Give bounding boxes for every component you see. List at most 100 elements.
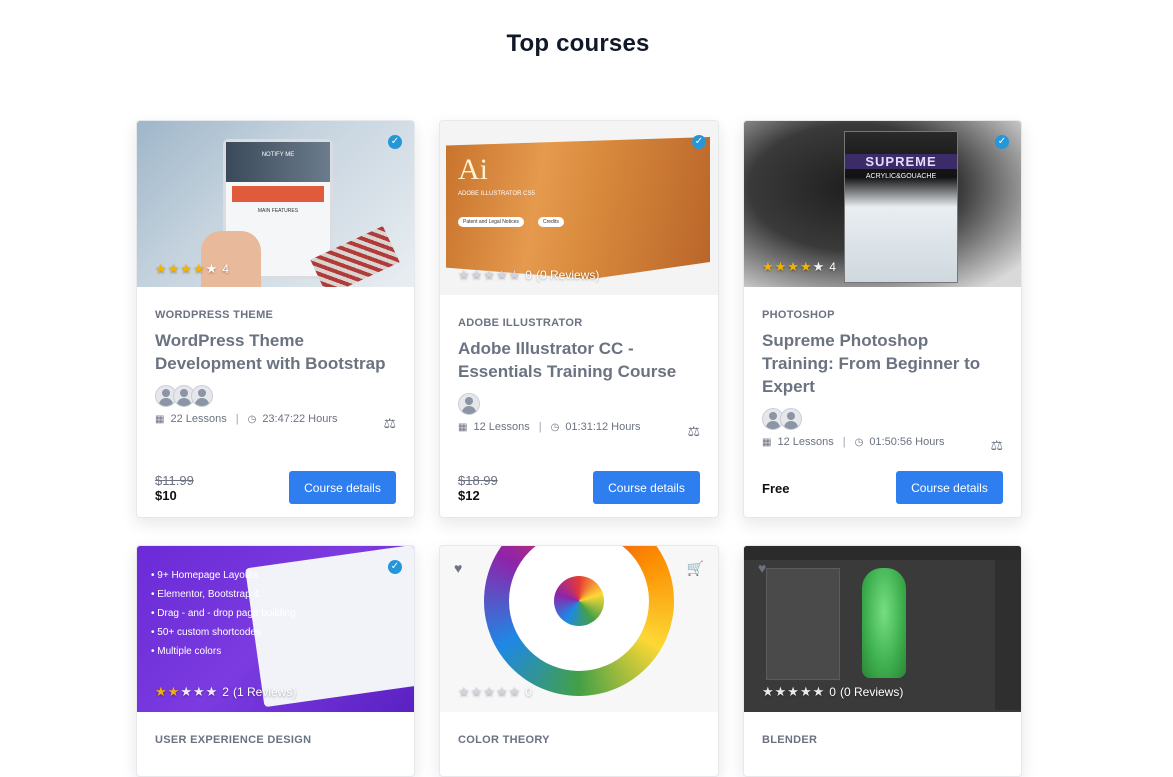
course-card-illustrator[interactable]: Ai ADOBE ILLUSTRATOR CS5 Patent and Lega…	[439, 120, 719, 518]
card-body: Photoshop Supreme Photoshop Training: Fr…	[744, 309, 1021, 453]
course-category[interactable]: Color Theory	[458, 734, 700, 746]
course-thumbnail[interactable]: ♥ 🛒 ★★★★★ 0	[440, 546, 718, 712]
rating-value: 4	[829, 260, 836, 274]
ai-logo-text: Ai	[458, 153, 488, 186]
current-price: $10	[155, 488, 177, 503]
course-thumbnail[interactable]: ♥ ★★★★★ 0 (0 Reviews)	[744, 546, 1021, 712]
tablet-hero-text: NOTIFY ME	[226, 142, 330, 182]
review-count: (1 Reviews)	[232, 685, 297, 699]
illustrator-splash: Ai ADOBE ILLUSTRATOR CS5 Patent and Lega…	[446, 137, 710, 279]
wishlist-heart-icon[interactable]: ♥	[758, 560, 766, 576]
verified-check-icon: ✓	[388, 560, 402, 574]
star-rating-icon: ★★★★★	[155, 684, 219, 699]
course-category[interactable]: Photoshop	[762, 309, 1003, 321]
verified-check-icon: ✓	[388, 135, 402, 149]
tablet-features-text: MAIN FEATURES	[257, 208, 299, 214]
course-thumbnail[interactable]: Ai ADOBE ILLUSTRATOR CS5 Patent and Lega…	[440, 121, 718, 295]
rating-value: 2	[222, 685, 229, 699]
course-category[interactable]: Blender	[762, 734, 1003, 746]
rating: ★★★★★ 0	[458, 684, 532, 700]
lessons-count: 12 Lessons	[777, 436, 834, 448]
verified-check-icon: ✓	[995, 135, 1009, 149]
clock-icon: ◷	[854, 436, 864, 448]
lessons-count: 12 Lessons	[473, 421, 530, 433]
course-category[interactable]: Adobe Illustrator	[458, 317, 700, 329]
course-details-button[interactable]: Course details	[289, 471, 396, 504]
box-title-text: SUPREME	[845, 154, 957, 169]
course-meta: ▦ 12 Lessons | ◷ 01:50:56 Hours	[762, 436, 945, 448]
course-meta: ▦ 12 Lessons | ◷ 01:31:12 Hours	[458, 421, 641, 433]
clock-icon: ◷	[247, 413, 257, 425]
feature-list: • 9+ Homepage Layouts • Elementor, Boots…	[151, 566, 296, 661]
compare-icon[interactable]: ⚖	[990, 437, 1003, 454]
rating: ★★★★★ 4	[762, 259, 836, 275]
card-body: Blender	[744, 734, 1021, 746]
course-card-photoshop[interactable]: SUPREME ACRYLIC&GOUACHE ✓ ★★★★★ 4 Photos…	[743, 120, 1022, 518]
review-count: (0 Reviews)	[839, 685, 904, 699]
legal-notices-text: Patent and Legal Notices	[458, 217, 524, 227]
card-body: WordPress Theme WordPress Theme Developm…	[137, 309, 414, 431]
product-name-text: ADOBE ILLUSTRATOR CS5	[458, 191, 535, 197]
instructors[interactable]	[762, 408, 1003, 430]
compare-icon[interactable]: ⚖	[687, 423, 700, 440]
course-thumbnail[interactable]: NOTIFY ME MAIN FEATURES ✓ ★★★★★ 4	[137, 121, 414, 287]
course-details-button[interactable]: Course details	[896, 471, 1003, 504]
course-title[interactable]: Adobe Illustrator CC - Essentials Traini…	[458, 337, 700, 383]
instructors[interactable]	[458, 393, 700, 415]
course-card-wordpress[interactable]: NOTIFY ME MAIN FEATURES ✓ ★★★★★ 4 WordPr…	[136, 120, 415, 518]
current-price: $12	[458, 488, 480, 503]
feature-item: • Drag - and - drop page building	[151, 608, 296, 619]
duration: 01:31:12 Hours	[565, 421, 641, 433]
star-rating-icon: ★★★★★	[155, 261, 219, 276]
rating-value: 0	[525, 685, 532, 699]
lessons-icon: ▦	[762, 436, 772, 448]
rating-value: 4	[222, 262, 229, 276]
star-rating-icon: ★★★★★	[458, 684, 522, 699]
old-price: $11.99	[155, 473, 194, 488]
product-box-image: SUPREME ACRYLIC&GOUACHE	[844, 131, 958, 283]
rating: ★★★★★ 4	[155, 261, 229, 277]
instructors[interactable]	[155, 385, 396, 407]
lessons-icon: ▦	[458, 421, 468, 433]
rating: ★★★★★ 2 (1 Reviews)	[155, 684, 296, 700]
lessons-icon: ▦	[155, 413, 165, 425]
course-category[interactable]: User Experience Design	[155, 734, 396, 746]
feature-item: • Elementor, Bootstrap 4.	[151, 589, 262, 600]
course-thumbnail[interactable]: • 9+ Homepage Layouts • Elementor, Boots…	[137, 546, 414, 712]
old-price: $18.99	[458, 473, 498, 488]
clock-icon: ◷	[550, 421, 560, 433]
star-rating-icon: ★★★★★	[762, 259, 826, 274]
rating: ★★★★★ 0 (0 Reviews)	[762, 684, 903, 700]
section-title: Top courses	[506, 30, 650, 57]
avatar[interactable]	[458, 393, 480, 415]
course-details-button[interactable]: Course details	[593, 471, 700, 504]
price: $18.99 $12	[458, 473, 498, 503]
compare-icon[interactable]: ⚖	[383, 415, 396, 432]
free-price: Free	[762, 481, 790, 496]
review-count: (0 Reviews)	[535, 268, 600, 282]
avatar[interactable]	[780, 408, 802, 430]
course-meta: ▦ 22 Lessons | ◷ 23:47:22 Hours	[155, 413, 338, 425]
card-body: Color Theory	[440, 734, 718, 746]
course-card-color-theory[interactable]: ♥ 🛒 ★★★★★ 0 Color Theory	[439, 545, 719, 777]
course-category[interactable]: WordPress Theme	[155, 309, 396, 321]
lessons-count: 22 Lessons	[170, 413, 227, 425]
credits-text: Credits	[538, 217, 564, 227]
3d-figure-image	[862, 568, 906, 678]
course-title[interactable]: Supreme Photoshop Training: From Beginne…	[762, 329, 1003, 398]
course-card-blender[interactable]: ♥ ★★★★★ 0 (0 Reviews) Blender	[743, 545, 1022, 777]
verified-check-icon: ✓	[692, 135, 706, 149]
course-title[interactable]: WordPress Theme Development with Bootstr…	[155, 329, 396, 375]
duration: 23:47:22 Hours	[262, 413, 338, 425]
course-thumbnail[interactable]: SUPREME ACRYLIC&GOUACHE ✓ ★★★★★ 4	[744, 121, 1021, 287]
course-card-ux-design[interactable]: • 9+ Homepage Layouts • Elementor, Boots…	[136, 545, 415, 777]
avatar[interactable]	[191, 385, 213, 407]
wishlist-heart-icon[interactable]: ♥	[454, 560, 462, 576]
card-body: User Experience Design	[137, 734, 414, 746]
cart-icon[interactable]: 🛒	[687, 560, 704, 577]
duration: 01:50:56 Hours	[869, 436, 945, 448]
feature-item: • Multiple colors	[151, 646, 222, 657]
rating: ★★★★★ 0 (0 Reviews)	[458, 267, 599, 283]
box-sub-text: ACRYLIC&GOUACHE	[865, 173, 937, 180]
rating-value: 0	[525, 268, 532, 282]
